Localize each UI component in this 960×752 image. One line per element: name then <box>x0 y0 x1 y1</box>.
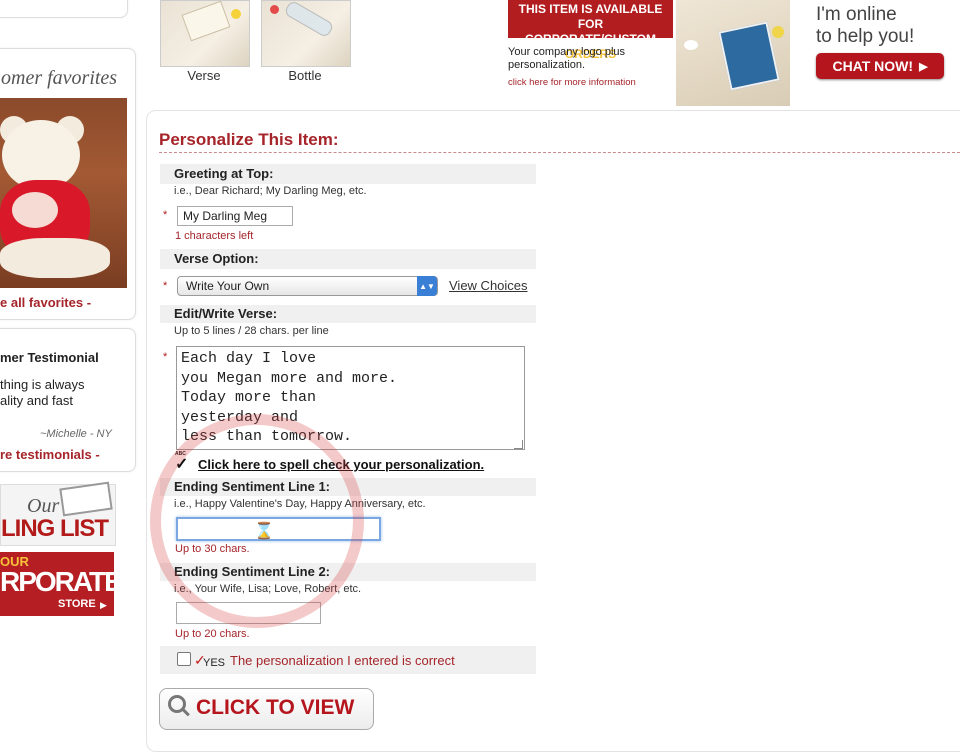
verse-option-select[interactable]: Write Your Own ▲▼ <box>177 276 438 296</box>
more-testimonials-link[interactable]: re testimonials - <box>0 447 100 462</box>
shell-icon <box>684 40 698 50</box>
corporate-banner-line2: CORPORATE/CUSTOM <box>525 32 656 46</box>
greeting-chars-left: 1 characters left <box>175 230 254 242</box>
see-all-favorites-link[interactable]: e all favorites - <box>0 295 91 310</box>
ending1-limit: Up to 30 chars. <box>175 543 250 555</box>
favorites-heading: omer favorites <box>1 67 118 89</box>
teddy-bear-image[interactable] <box>0 98 127 288</box>
corporate-banner-line1: THIS ITEM IS AVAILABLE FOR <box>518 2 663 31</box>
ending2-hint: i.e., Your Wife, Lisa; Love, Robert, etc… <box>174 583 362 595</box>
testimonial-author: ~Michelle - NY <box>40 428 112 440</box>
chat-line-1: I'm online <box>816 4 897 25</box>
greeting-input[interactable] <box>177 206 293 226</box>
scroll-icon <box>181 0 231 42</box>
flower-icon <box>270 5 279 14</box>
ending1-hint: i.e., Happy Valentine's Day, Happy Anniv… <box>174 498 426 510</box>
ending2-input[interactable] <box>176 602 321 624</box>
click-to-view-button[interactable]: CLICK TO VIEW <box>159 688 374 730</box>
greeting-heading: Greeting at Top: <box>160 164 536 184</box>
chat-now-label: CHAT NOW! <box>832 58 914 74</box>
bottle-thumbnail[interactable] <box>261 0 351 67</box>
spell-check-icon: ✓ ABC <box>175 451 189 473</box>
corporate-body-1: Your company logo plus <box>508 46 626 58</box>
testimonial-text-2: ality and fast <box>0 393 73 408</box>
magnifier-handle-icon <box>182 708 190 717</box>
view-choices-link[interactable]: View Choices <box>449 278 528 293</box>
spell-check-link[interactable]: Click here to spell check your personali… <box>198 457 484 472</box>
confirm-checkbox[interactable] <box>177 652 191 666</box>
corporate-store-banner[interactable]: OUR RPORATE STORE ▶ <box>0 552 123 616</box>
starfish-icon <box>772 26 784 38</box>
play-arrow-icon: ▶ <box>919 60 928 73</box>
bottle-thumbnail-label: Bottle <box>288 68 322 83</box>
ending1-input[interactable] <box>176 517 381 541</box>
corporate-info-link[interactable]: click here for more information <box>508 77 636 88</box>
verse-option-value: Write Your Own <box>186 279 270 293</box>
flower-icon <box>231 9 241 19</box>
corporate-store: STORE <box>58 598 96 610</box>
dropdown-arrows-icon: ▲▼ <box>417 276 437 296</box>
corporate-body-2: personalization. <box>508 59 586 71</box>
greeting-hint: i.e., Dear Richard; My Darling Meg, etc. <box>174 185 367 197</box>
corporate-orders-banner[interactable]: THIS ITEM IS AVAILABLE FOR CORPORATE/CUS… <box>508 0 673 61</box>
verse-textarea[interactable]: Each day I love you Megan more and more.… <box>176 346 525 450</box>
chat-now-button[interactable]: CHAT NOW! ▶ <box>816 53 944 79</box>
ending2-limit: Up to 20 chars. <box>175 628 250 640</box>
mailing-list-banner[interactable]: Our LING LIST <box>0 481 116 546</box>
chat-prompt: I'm online to help you! <box>816 4 914 48</box>
required-icon: * <box>163 209 168 221</box>
click-to-view-label: CLICK TO VIEW <box>196 696 355 719</box>
envelope-icon <box>59 481 113 517</box>
verse-option-heading: Verse Option: <box>160 249 536 269</box>
verse-heading: Edit/Write Verse: <box>160 305 536 323</box>
chat-line-2: to help you! <box>816 26 915 47</box>
testimonial-title: mer Testimonial <box>0 350 99 365</box>
search-box: GO <box>0 0 128 18</box>
resize-handle-icon[interactable] <box>514 440 523 449</box>
play-arrow-icon: ▶ <box>100 600 107 610</box>
ending1-heading: Ending Sentiment Line 1: <box>160 478 536 496</box>
required-icon: * <box>163 280 168 292</box>
verse-thumbnail-label: Verse <box>187 68 221 83</box>
mailing-list-label: LING LIST <box>1 515 109 542</box>
text-cursor-icon: ⌛ <box>254 523 274 540</box>
verse-hint: Up to 5 lines / 28 chars. per line <box>174 325 329 337</box>
title-divider <box>159 152 960 153</box>
page-title: Personalize This Item: <box>159 130 339 149</box>
bottle-icon <box>283 0 335 39</box>
confirm-text[interactable]: The personalization I entered is correct <box>230 653 455 668</box>
corporate-name: RPORATE <box>0 566 123 597</box>
confirm-yes-label: YES <box>203 657 226 669</box>
required-icon: * <box>163 351 168 363</box>
ending2-heading: Ending Sentiment Line 2: <box>160 563 536 581</box>
testimonial-text-1: thing is always <box>0 377 85 392</box>
verse-thumbnail[interactable] <box>160 0 250 67</box>
spell-check-icon-label: ABC <box>175 451 186 457</box>
